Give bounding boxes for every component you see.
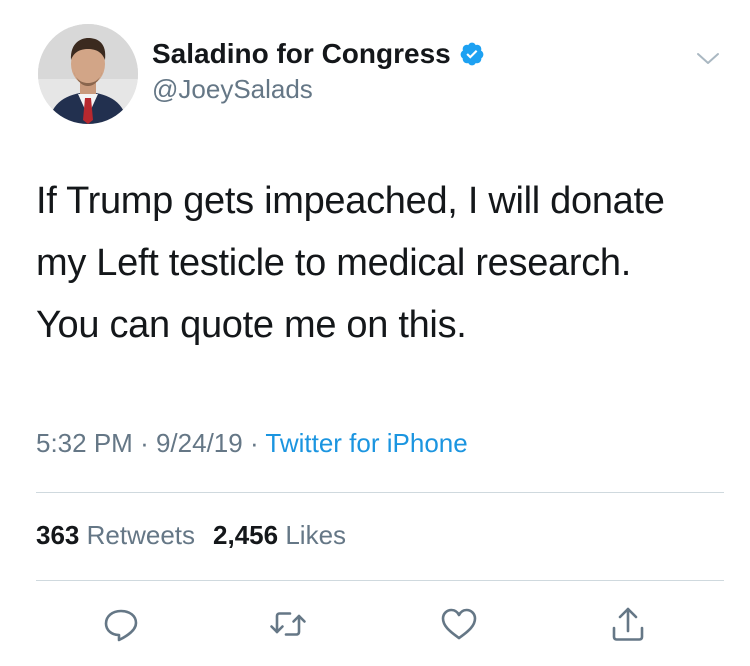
tweet-time: 5:32 PM: [36, 428, 133, 458]
heart-icon: [441, 608, 477, 640]
tweet-text-line: my Left testicle to medical research.: [36, 242, 632, 284]
author-avatar[interactable]: [38, 24, 138, 124]
verified-badge-icon: [459, 41, 485, 67]
likes-count: 2,456: [213, 520, 279, 550]
reply-button[interactable]: [101, 604, 141, 644]
share-icon: [612, 607, 644, 641]
chevron-down-icon[interactable]: [696, 48, 720, 68]
tweet-date: 9/24/19: [155, 428, 243, 458]
like-button[interactable]: [439, 604, 479, 644]
meta-separator: ·: [140, 428, 149, 458]
tweet-text-line: If Trump gets impeached, I will donate: [36, 180, 665, 222]
retweets-count: 363: [36, 520, 80, 550]
engagement-stats: 363 Retweets 2,456 Likes: [36, 520, 346, 551]
profile-photo-icon: [38, 24, 138, 124]
tweet-metadata: 5:32 PM · 9/24/19 · Twitter for iPhone: [36, 428, 468, 459]
retweet-button[interactable]: [268, 604, 308, 644]
retweet-icon: [270, 612, 306, 636]
divider: [36, 492, 724, 493]
tweet-source-link[interactable]: Twitter for iPhone: [265, 428, 467, 458]
author-display-name[interactable]: Saladino for Congress: [152, 38, 451, 70]
tweet-text: If Trump gets impeached, I will donate m…: [36, 170, 726, 356]
share-button[interactable]: [608, 604, 648, 644]
reply-icon: [104, 609, 138, 642]
likes-label: Likes: [285, 520, 347, 550]
tweet-text-line: You can quote me on this.: [36, 304, 467, 346]
retweets-stat[interactable]: 363 Retweets: [36, 520, 195, 550]
divider: [36, 580, 724, 581]
meta-separator: ·: [249, 428, 259, 458]
author-handle[interactable]: @JoeySalads: [152, 74, 313, 105]
likes-stat[interactable]: 2,456 Likes: [213, 520, 346, 550]
retweets-label: Retweets: [86, 520, 196, 550]
author-name-row[interactable]: Saladino for Congress: [152, 36, 485, 72]
